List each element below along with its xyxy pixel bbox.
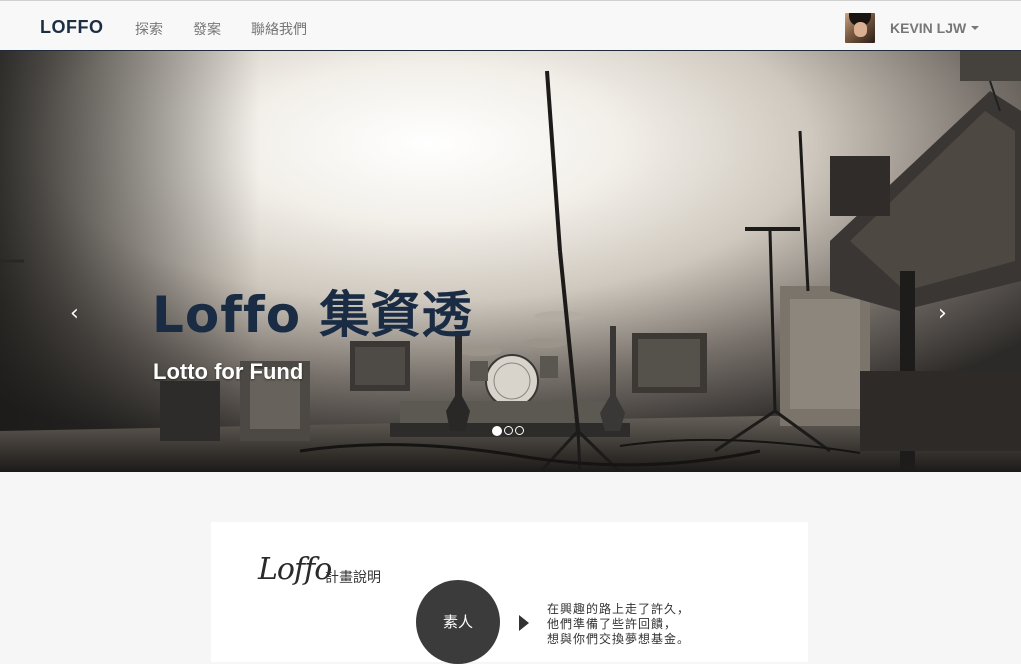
hero-title: Loffo 集資透 <box>152 286 473 344</box>
carousel-indicators <box>492 425 524 436</box>
caret-down-icon[interactable] <box>971 26 979 30</box>
plan-description-label: 計畫說明 <box>325 570 381 586</box>
carousel-indicator-3[interactable] <box>515 426 524 435</box>
top-navbar: LOFFO 探索 發案 聯絡我們 KEVIN LJW <box>0 0 1021 51</box>
nav-link-explore[interactable]: 探索 <box>135 19 163 39</box>
circle-label: 素人 <box>442 613 473 631</box>
loffo-logo: Loffo <box>258 552 332 587</box>
carousel-prev-icon[interactable]: ‹ <box>70 301 79 326</box>
brand-logo[interactable]: LOFFO <box>40 17 104 38</box>
avatar[interactable] <box>845 13 875 43</box>
carousel-indicator-2[interactable] <box>504 426 513 435</box>
user-menu[interactable]: KEVIN LJW <box>890 20 966 36</box>
nav-link-post-project[interactable]: 發案 <box>193 19 221 39</box>
play-arrow-icon <box>519 615 529 631</box>
nav-link-contact[interactable]: 聯絡我們 <box>251 19 307 39</box>
intro-panel: Loffo 計畫說明 素人 在興趣的路上走了許久， 他們準備了些許回饋， 想與你… <box>211 522 808 664</box>
carousel-indicator-1[interactable] <box>492 425 502 436</box>
hero-background-image <box>0 51 1021 472</box>
hero-carousel: Loffo 集資透 Lotto for Fund ‹ › <box>0 51 1021 472</box>
carousel-next-icon[interactable]: › <box>938 301 947 326</box>
amateur-circle: 素人 <box>416 580 500 664</box>
description-line-3: 想與你們交換夢想基金。 <box>547 632 691 646</box>
hero-subtitle: Lotto for Fund <box>153 359 304 384</box>
